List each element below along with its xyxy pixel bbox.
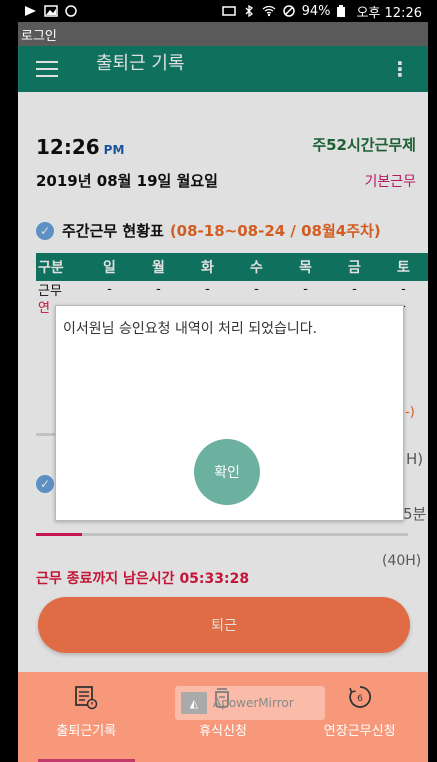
mirror-watermark: ◭ ApowerMirror <box>175 686 325 720</box>
tab-label: 출퇴근기록 <box>56 724 117 739</box>
phone-screen: 94% 오후 12:26 로그인 출퇴근 기록 ⋮ 12:26 PM 주52시간근… <box>18 0 428 762</box>
screen-mirror-icon <box>221 5 236 17</box>
tab-label: 휴식신청 <box>199 724 247 739</box>
status-bar: 94% 오후 12:26 <box>18 0 428 22</box>
battery-percent: 94% <box>301 3 331 19</box>
vr-icon <box>64 5 78 17</box>
apowermirror-logo-icon: ◭ <box>181 692 207 714</box>
svg-text:6: 6 <box>357 694 363 704</box>
dialog-confirm-button[interactable]: 확인 <box>194 439 260 505</box>
dialog-message: 이서원님 승인요청 내역이 처리 되었습니다. <box>63 321 318 337</box>
battery-icon <box>336 5 350 17</box>
timer-icon: 6 <box>348 686 371 708</box>
bluetooth-icon <box>242 4 256 18</box>
wifi-icon <box>262 5 276 17</box>
tab-label: 연장근무신청 <box>323 724 396 739</box>
watermark-text: ApowerMirror <box>213 696 294 710</box>
gallery-icon <box>44 5 58 17</box>
login-bar[interactable]: 로그인 <box>18 22 428 46</box>
approval-dialog: 이서원님 승인요청 내역이 처리 되었습니다. 확인 <box>55 305 404 521</box>
record-icon <box>75 686 98 710</box>
login-label: 로그인 <box>21 28 57 44</box>
do-not-disturb-icon <box>282 5 296 17</box>
tab-attendance-record[interactable]: 출퇴근기록 <box>18 672 155 762</box>
play-icon <box>24 5 38 17</box>
status-time: 오후 12:26 <box>356 5 422 21</box>
